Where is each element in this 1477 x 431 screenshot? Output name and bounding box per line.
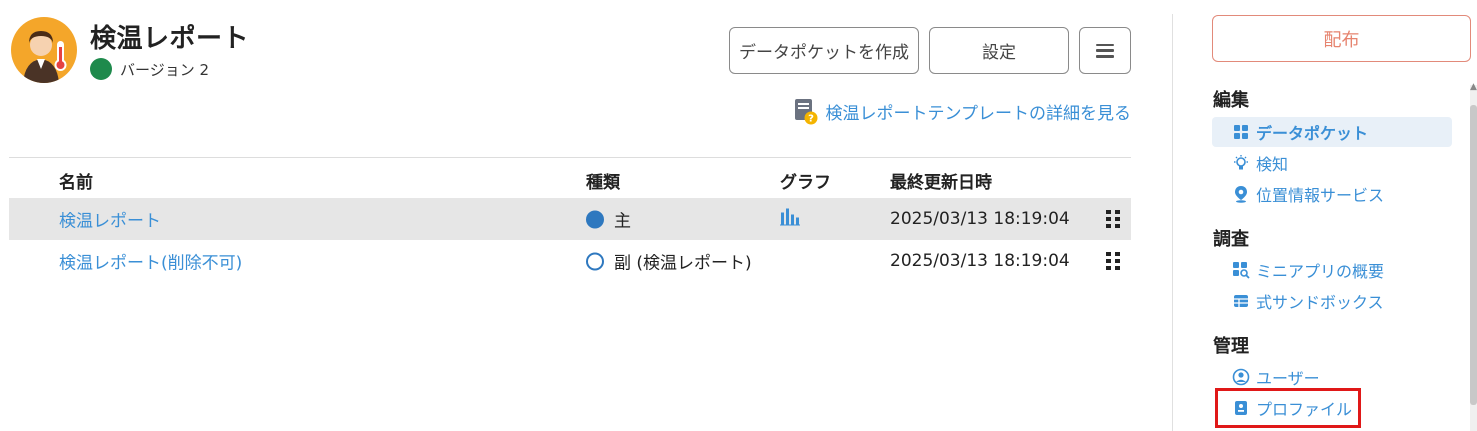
row-updated: 2025/03/13 18:19:04 bbox=[890, 209, 1070, 229]
sidebar-item-formula-sandbox[interactable]: 式サンドボックス bbox=[1212, 286, 1452, 316]
template-details-link[interactable]: ? 検温レポートテンプレートの詳細を見る bbox=[794, 97, 1132, 125]
scroll-up-arrow-icon[interactable]: ▲ bbox=[1470, 82, 1477, 92]
bar-chart-icon[interactable] bbox=[780, 208, 800, 231]
section-title-research: 調査 bbox=[1213, 229, 1249, 250]
sidebar-item-label: 式サンドボックス bbox=[1256, 293, 1384, 312]
version-label: バージョン 2 bbox=[120, 60, 210, 79]
sidebar-item-label: ミニアプリの概要 bbox=[1256, 262, 1385, 281]
sidebar-item-label: 位置情報サービス bbox=[1256, 186, 1385, 205]
sidebar-item-location-service[interactable]: 位置情報サービス bbox=[1212, 179, 1452, 209]
secondary-kind-icon bbox=[586, 252, 604, 270]
menu-button[interactable] bbox=[1079, 27, 1131, 74]
sidebar-item-label: ユーザー bbox=[1256, 369, 1320, 388]
sidebar-item-label: データポケット bbox=[1256, 124, 1369, 143]
svg-text:?: ? bbox=[808, 114, 814, 125]
publish-button[interactable]: 配布 bbox=[1212, 15, 1471, 62]
settings-button[interactable]: 設定 bbox=[929, 27, 1069, 74]
section-title-admin: 管理 bbox=[1213, 336, 1249, 357]
table-row[interactable]: 検温レポート 主 2025/03/13 18:19:04 bbox=[9, 198, 1131, 240]
drag-handle-icon[interactable] bbox=[1106, 210, 1120, 228]
document-help-icon: ? bbox=[794, 97, 818, 125]
column-header-graph: グラフ bbox=[780, 173, 831, 193]
lightbulb-icon bbox=[1232, 154, 1250, 172]
sidebar-item-data-pocket[interactable]: データポケット bbox=[1212, 117, 1452, 147]
table-row[interactable]: 検温レポート(削除不可) 副 (検温レポート) 2025/03/13 18:19… bbox=[9, 240, 1131, 282]
row-updated: 2025/03/13 18:19:04 bbox=[890, 251, 1070, 271]
primary-kind-icon bbox=[586, 210, 604, 228]
version-indicator: バージョン 2 bbox=[90, 58, 209, 80]
template-details-link-text: 検温レポートテンプレートの詳細を見る bbox=[825, 103, 1132, 124]
location-pin-icon bbox=[1232, 185, 1250, 203]
create-data-pocket-button[interactable]: データポケットを作成 bbox=[729, 27, 919, 74]
sidebar-item-mini-app-overview[interactable]: ミニアプリの概要 bbox=[1212, 255, 1452, 285]
sidebar-item-detection[interactable]: 検知 bbox=[1212, 148, 1452, 178]
table-icon bbox=[1232, 292, 1250, 310]
user-circle-icon bbox=[1232, 368, 1250, 386]
row-kind: 副 (検温レポート) bbox=[586, 249, 752, 274]
table-top-divider bbox=[9, 157, 1131, 158]
column-header-kind: 種類 bbox=[586, 173, 620, 193]
grid-search-icon bbox=[1232, 261, 1250, 279]
sidebar-item-label: 検知 bbox=[1256, 155, 1289, 174]
grid-icon bbox=[1232, 123, 1250, 141]
row-kind-label: 主 bbox=[614, 211, 631, 232]
column-header-updated: 最終更新日時 bbox=[890, 173, 992, 193]
row-kind-label: 副 (検温レポート) bbox=[614, 253, 752, 274]
column-header-name: 名前 bbox=[59, 173, 93, 193]
row-name-link[interactable]: 検温レポート bbox=[59, 207, 161, 232]
drag-handle-icon[interactable] bbox=[1106, 252, 1120, 270]
row-kind: 主 bbox=[586, 207, 631, 232]
highlight-annotation bbox=[1215, 388, 1361, 428]
row-name-link[interactable]: 検温レポート(削除不可) bbox=[59, 249, 242, 274]
sidebar-scrollbar[interactable] bbox=[1470, 85, 1477, 431]
page-title: 検温レポート bbox=[90, 24, 250, 54]
app-icon bbox=[11, 17, 77, 83]
hamburger-icon bbox=[1096, 43, 1114, 58]
status-dot bbox=[90, 58, 112, 80]
scrollbar-thumb[interactable] bbox=[1470, 105, 1477, 405]
sidebar-divider bbox=[1172, 14, 1173, 431]
section-title-edit: 編集 bbox=[1213, 90, 1249, 111]
